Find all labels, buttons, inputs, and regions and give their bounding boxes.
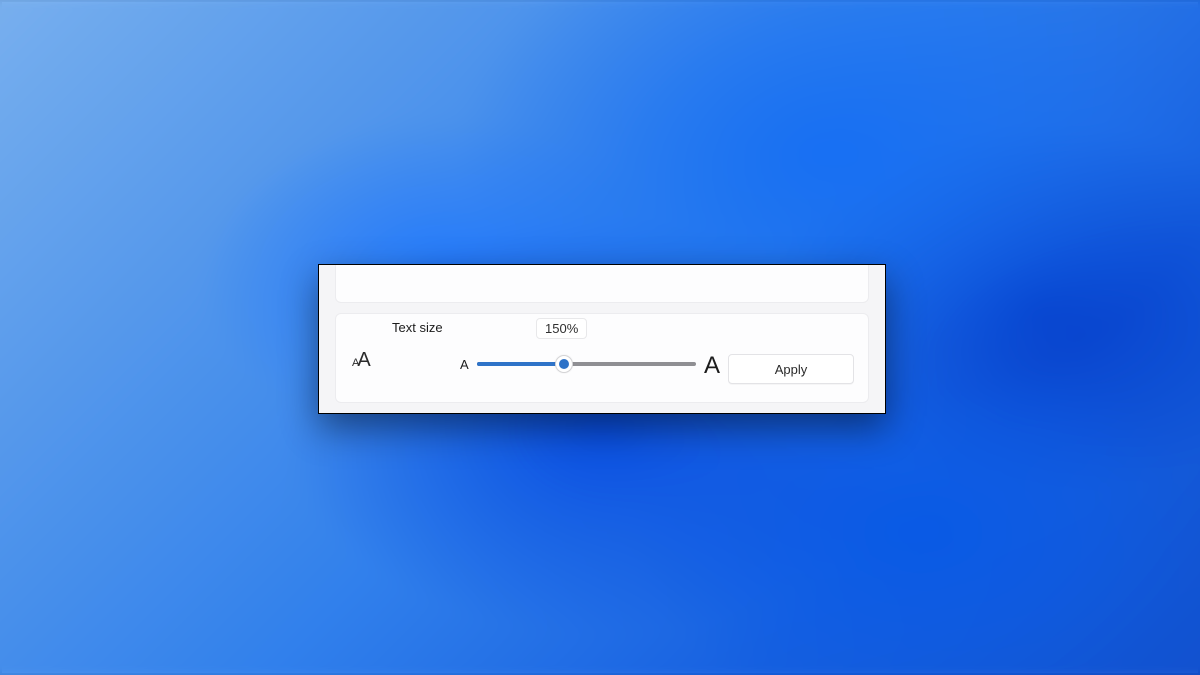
text-size-card: AA Text size 150% A A Apply [335,313,869,403]
text-size-slider-row: A A [460,356,720,372]
text-size-slider[interactable] [477,356,696,372]
slider-min-a-icon: A [460,357,469,372]
text-size-label: Text size [392,320,443,335]
slider-thumb[interactable] [555,355,573,373]
text-size-value-badge: 150% [536,318,587,339]
text-size-icon: AA [352,350,369,370]
apply-button[interactable]: Apply [728,354,854,384]
settings-panel: AA Text size 150% A A Apply [318,264,886,414]
preceding-setting-row [335,265,869,303]
slider-track-fill [477,362,565,366]
